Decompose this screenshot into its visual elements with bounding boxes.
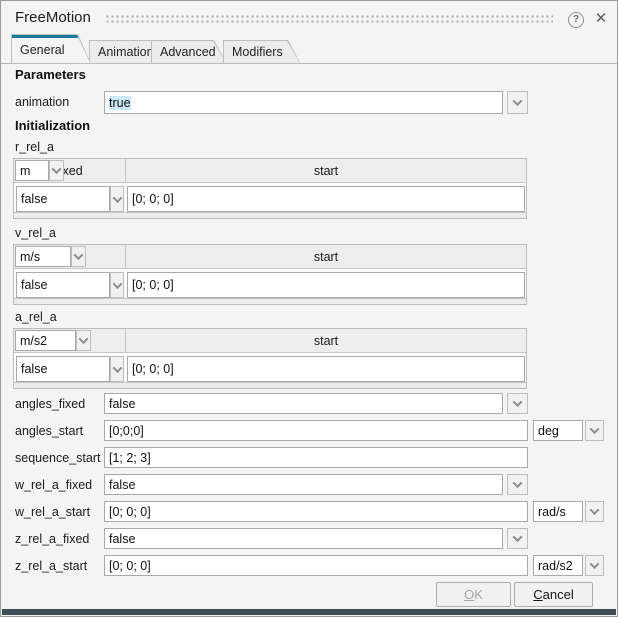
animation-label: animation xyxy=(15,95,69,109)
unit-dropdown-button[interactable] xyxy=(71,246,86,267)
fixed-combo-input[interactable]: false xyxy=(16,356,110,382)
angles-start-input[interactable]: [0;0;0] xyxy=(104,420,528,441)
angles-start-label: angles_start xyxy=(15,420,83,441)
tab-label: Animation xyxy=(98,40,149,64)
z-rel-a-fixed-combo-input[interactable]: false xyxy=(104,528,503,549)
start-value-input[interactable]: [0; 0; 0] xyxy=(127,186,525,212)
start-value-input[interactable]: [0; 0; 0] xyxy=(127,356,525,382)
unit-dropdown-button[interactable] xyxy=(76,330,91,351)
angles-start-unit-combo[interactable]: deg xyxy=(533,420,583,441)
a-rel-a-label: a_rel_a xyxy=(15,310,57,324)
start-column-header: start xyxy=(126,245,526,269)
r-rel-a-label: r_rel_a xyxy=(15,140,54,154)
window-bottom-strip xyxy=(2,609,616,615)
table-footer-strip xyxy=(14,212,526,218)
start-column-header: start xyxy=(126,159,526,183)
table-header: fixed start xyxy=(14,245,526,269)
z-rel-a-fixed-label: z_rel_a_fixed xyxy=(15,528,89,549)
start-column-header: start xyxy=(126,329,526,353)
chevron-down-icon xyxy=(590,559,600,569)
tab-label: Advanced xyxy=(160,40,211,64)
angles-fixed-dropdown-button[interactable] xyxy=(507,393,528,414)
cancel-mnemonic: C xyxy=(533,587,542,602)
unit-combo-input[interactable]: m/s2 xyxy=(15,330,76,351)
w-rel-a-fixed-combo-input[interactable]: false xyxy=(104,474,503,495)
table-footer-strip xyxy=(14,382,526,388)
ok-rest: K xyxy=(474,587,483,602)
chevron-down-icon xyxy=(79,334,89,344)
freemotion-dialog: FreeMotion ? ✕ General Animation Advance… xyxy=(0,0,618,617)
unit-combo-input[interactable]: m xyxy=(15,160,49,181)
sequence-start-label: sequence_start xyxy=(15,447,100,468)
w-rel-a-start-unit-dropdown-button[interactable] xyxy=(585,501,604,522)
animation-combo-input[interactable]: true xyxy=(104,91,503,114)
tab-label: General xyxy=(20,34,75,64)
tab-modifiers[interactable]: Modifiers xyxy=(223,40,301,64)
chevron-down-icon xyxy=(513,532,523,542)
z-rel-a-fixed-dropdown-button[interactable] xyxy=(507,528,528,549)
fixed-combo-input[interactable]: false xyxy=(16,272,110,298)
cancel-button[interactable]: Cancel xyxy=(514,582,593,607)
ok-button[interactable]: OK xyxy=(436,582,511,607)
w-rel-a-fixed-label: w_rel_a_fixed xyxy=(15,474,92,495)
v-rel-a-table: fixed start m/s false [0; 0; 0] xyxy=(13,244,527,305)
z-rel-a-start-label: z_rel_a_start xyxy=(15,555,87,576)
z-rel-a-start-input[interactable]: [0; 0; 0] xyxy=(104,555,528,576)
a-rel-a-table: fixed start m/s2 false [0; 0; 0] xyxy=(13,328,527,389)
unit-dropdown-button[interactable] xyxy=(49,160,64,181)
chevron-down-icon xyxy=(590,424,600,434)
dialog-title: FreeMotion xyxy=(15,9,91,26)
drag-handle[interactable] xyxy=(105,14,553,24)
close-icon[interactable]: ✕ xyxy=(592,10,610,28)
chevron-down-icon xyxy=(513,478,523,488)
w-rel-a-start-input[interactable]: [0; 0; 0] xyxy=(104,501,528,522)
unit-combo-input[interactable]: m/s xyxy=(15,246,71,267)
initialization-heading: Initialization xyxy=(15,118,90,133)
start-value-input[interactable]: [0; 0; 0] xyxy=(127,272,525,298)
v-rel-a-label: v_rel_a xyxy=(15,226,56,240)
chevron-down-icon xyxy=(112,363,122,373)
animation-value: true xyxy=(109,96,131,110)
chevron-down-icon xyxy=(112,193,122,203)
fixed-combo-input[interactable]: false xyxy=(16,186,110,212)
chevron-down-icon xyxy=(52,164,62,174)
chevron-down-icon xyxy=(513,96,523,106)
w-rel-a-start-label: w_rel_a_start xyxy=(15,501,90,522)
fixed-dropdown-button[interactable] xyxy=(110,186,124,212)
z-rel-a-start-unit-dropdown-button[interactable] xyxy=(585,555,604,576)
animation-dropdown-button[interactable] xyxy=(507,91,528,114)
w-rel-a-start-unit-combo[interactable]: rad/s xyxy=(533,501,583,522)
sequence-start-input[interactable]: [1; 2; 3] xyxy=(104,447,528,468)
fixed-dropdown-button[interactable] xyxy=(110,356,124,382)
r-rel-a-table: fixed start m false [0; 0; 0] xyxy=(13,158,527,219)
chevron-down-icon xyxy=(590,505,600,515)
angles-fixed-label: angles_fixed xyxy=(15,393,85,414)
help-icon[interactable]: ? xyxy=(568,12,584,28)
w-rel-a-fixed-dropdown-button[interactable] xyxy=(507,474,528,495)
cancel-rest: ancel xyxy=(543,587,574,602)
parameters-heading: Parameters xyxy=(15,67,86,82)
angles-fixed-combo-input[interactable]: false xyxy=(104,393,503,414)
chevron-down-icon xyxy=(74,250,84,260)
chevron-down-icon xyxy=(513,397,523,407)
ok-mnemonic: O xyxy=(464,587,474,602)
chevron-down-icon xyxy=(112,279,122,289)
table-footer-strip xyxy=(14,298,526,304)
table-header: fixed start xyxy=(14,159,526,183)
z-rel-a-start-unit-combo[interactable]: rad/s2 xyxy=(533,555,583,576)
tab-label: Modifiers xyxy=(232,40,285,64)
angles-start-unit-dropdown-button[interactable] xyxy=(585,420,604,441)
fixed-dropdown-button[interactable] xyxy=(110,272,124,298)
tab-advanced[interactable]: Advanced xyxy=(151,40,227,64)
tab-general[interactable]: General xyxy=(11,34,91,64)
